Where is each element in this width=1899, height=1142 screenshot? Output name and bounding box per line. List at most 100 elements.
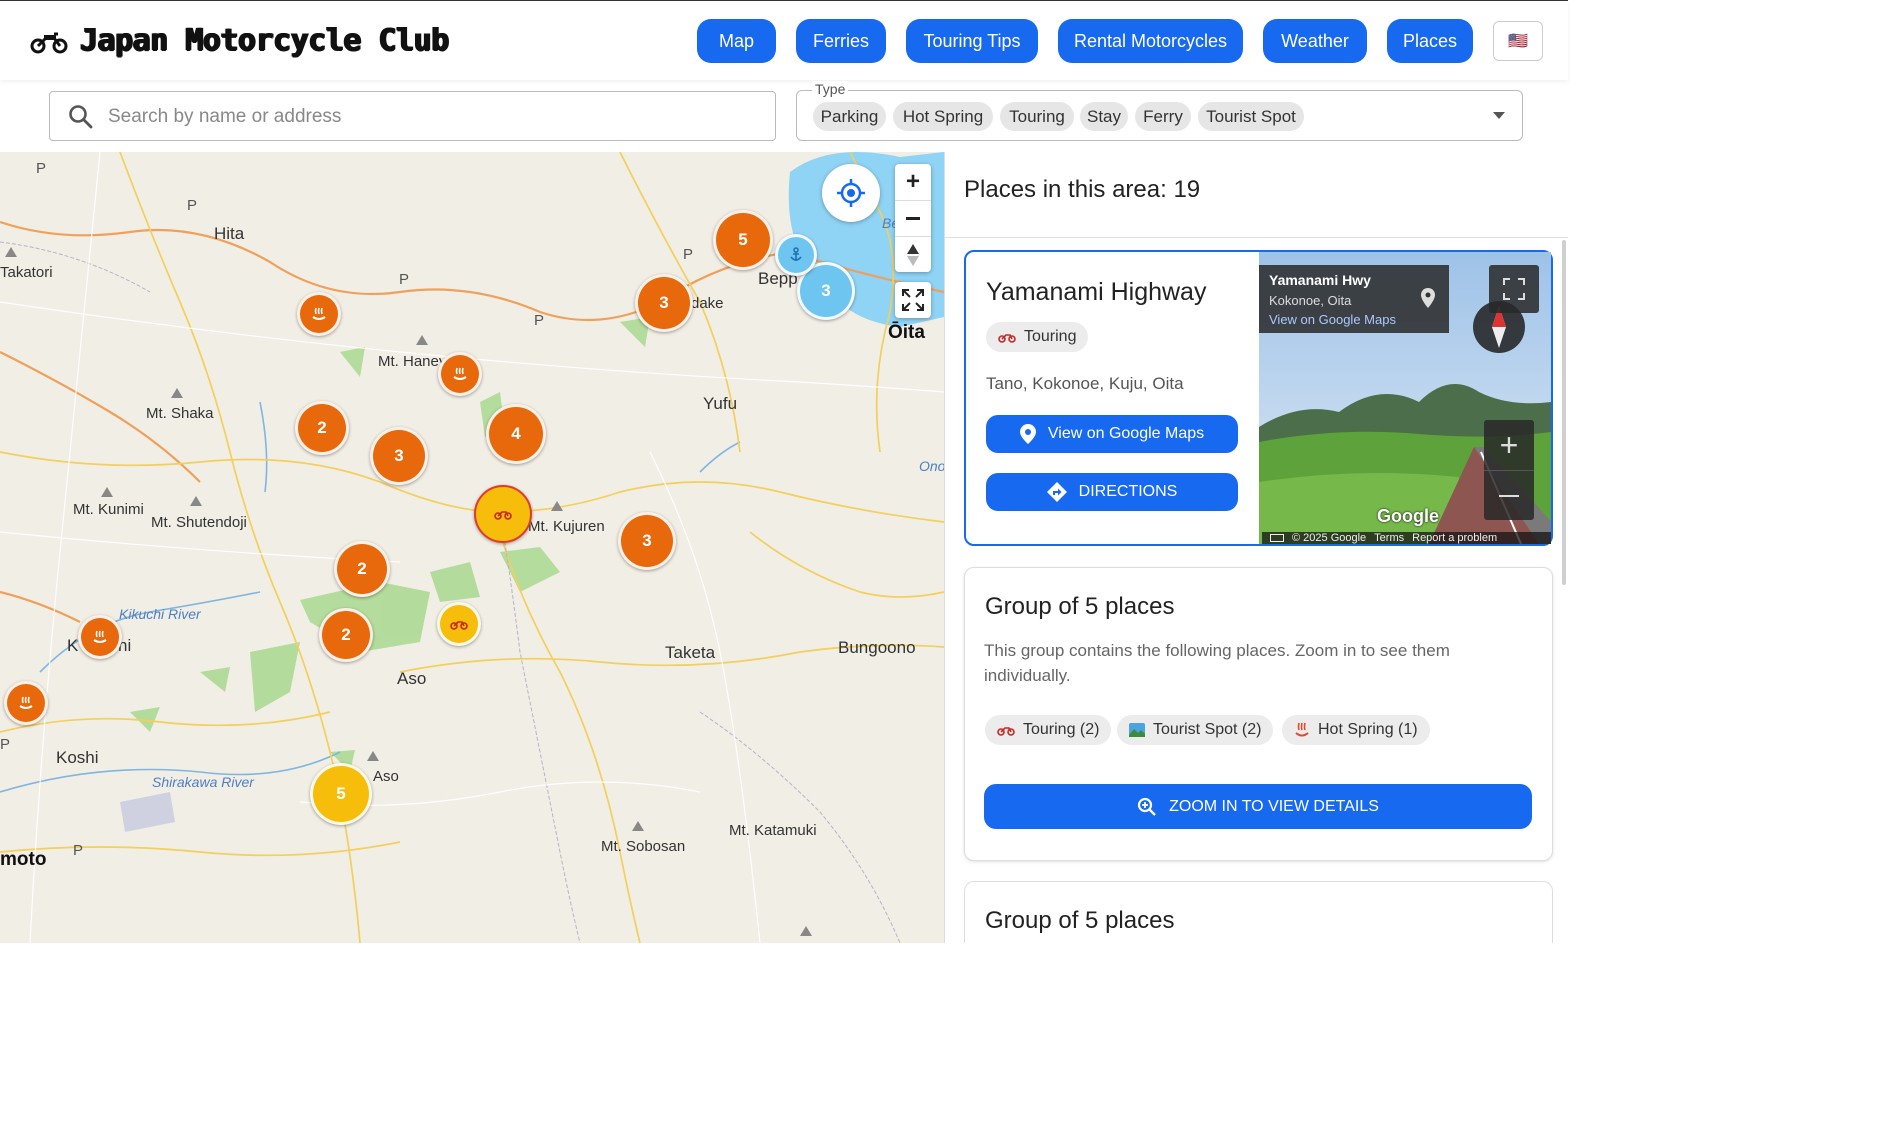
- zoom-in-label: ZOOM IN TO VIEW DETAILS: [1169, 797, 1379, 815]
- map-label-hita: Hita: [214, 224, 245, 243]
- map-label-mt-haney: Mt. Haney: [378, 353, 447, 370]
- fullscreen-icon: [902, 289, 924, 311]
- divider: [944, 237, 1568, 238]
- map-label-koshi: Koshi: [56, 748, 99, 767]
- hot-spring-icon: [453, 367, 467, 380]
- cluster-marker[interactable]: 4: [486, 404, 546, 464]
- group-description: This group contains the following places…: [984, 641, 1450, 685]
- fullscreen-icon: [1503, 278, 1525, 300]
- map-label-yufu: Yufu: [703, 394, 738, 413]
- nav-ferries-button[interactable]: Ferries: [796, 19, 886, 63]
- group-pill-label: Hot Spring (1): [1318, 721, 1418, 738]
- motorcycle-logo-icon: [30, 32, 68, 53]
- map-label-takatori: Takatori: [0, 264, 53, 281]
- map-label-mt-kujuren: Mt. Kujuren: [528, 518, 605, 535]
- nav-map-button[interactable]: Map: [697, 19, 776, 63]
- parking-label: P: [73, 842, 84, 859]
- parking-label: P: [399, 271, 410, 288]
- chevron-down-icon[interactable]: [1493, 112, 1505, 119]
- hot-spring-marker[interactable]: [78, 615, 122, 659]
- brand[interactable]: Japan Motorcycle Club: [30, 23, 449, 58]
- hot-spring-marker[interactable]: [438, 352, 482, 396]
- nav-places-button[interactable]: Places: [1387, 19, 1473, 63]
- map-area[interactable]: P P P P P P P Hita Takatori Mt. Haney Mt…: [0, 152, 944, 943]
- chip-touring[interactable]: Touring: [1000, 102, 1074, 131]
- zoom-in-to-view-details-button[interactable]: ZOOM IN TO VIEW DETAILS: [984, 784, 1532, 829]
- directions-icon: [1046, 482, 1067, 502]
- keyboard-icon[interactable]: [1270, 534, 1284, 542]
- cluster-marker[interactable]: 3: [618, 512, 676, 570]
- map-label-mt-kunimi: Mt. Kunimi: [73, 501, 144, 518]
- motorcycle-icon: [997, 727, 1015, 736]
- zoom-out-button[interactable]: [895, 200, 931, 236]
- nav-touring-tips-button[interactable]: Touring Tips: [906, 19, 1038, 63]
- hot-spring-marker[interactable]: [4, 681, 48, 725]
- mountain-icon: [800, 926, 812, 936]
- cluster-marker[interactable]: 3: [635, 274, 693, 332]
- language-flag-button[interactable]: 🇺🇸: [1493, 21, 1543, 61]
- search-input[interactable]: [106, 102, 746, 132]
- type-filter-label: Type: [812, 81, 849, 97]
- zoom-controls: +: [895, 164, 931, 272]
- map-label-kikuchi-a: K: [67, 636, 79, 655]
- cluster-marker[interactable]: 2: [334, 541, 390, 597]
- map-label-aso-peak: Aso: [373, 768, 399, 785]
- chip-parking[interactable]: Parking: [813, 102, 886, 131]
- cluster-marker[interactable]: 5: [310, 763, 372, 825]
- group-pill-hot-spring: Hot Spring (1): [1282, 715, 1430, 745]
- directions-button[interactable]: DIRECTIONS: [986, 473, 1238, 511]
- group-title: Group of 5 places: [985, 907, 1175, 934]
- street-view-report-link[interactable]: Report a problem: [1412, 532, 1497, 544]
- north-arrow-icon: [907, 243, 919, 266]
- mountain-icon: [190, 496, 202, 506]
- street-view-zoom-out-button[interactable]: [1484, 470, 1534, 520]
- cluster-marker[interactable]: 5: [713, 210, 773, 270]
- hot-spring-marker[interactable]: [297, 292, 341, 336]
- fullscreen-button[interactable]: [895, 282, 931, 318]
- street-view-locality: Kokonoe, Oita: [1269, 293, 1352, 308]
- map-label-mt-sobosan: Mt. Sobosan: [601, 838, 686, 855]
- view-on-google-maps-label: View on Google Maps: [1047, 425, 1205, 442]
- nav-rental-motorcycles-button[interactable]: Rental Motorcycles: [1058, 19, 1243, 63]
- parking-label: P: [534, 312, 545, 329]
- landscape-icon: [1129, 723, 1145, 737]
- touring-marker[interactable]: [437, 602, 481, 646]
- street-view-fullscreen-button[interactable]: [1489, 265, 1539, 313]
- map-label-aso: Aso: [397, 669, 427, 688]
- chip-stay[interactable]: Stay: [1080, 102, 1128, 131]
- place-type-badge: Touring: [986, 322, 1089, 352]
- street-view-footer: © 2025 Google Terms Report a problem: [1262, 532, 1551, 544]
- street-view-zoom-in-button[interactable]: +: [1484, 420, 1534, 470]
- view-on-google-maps-button[interactable]: View on Google Maps: [986, 415, 1238, 453]
- anchor-icon: [790, 247, 802, 261]
- search-box[interactable]: [49, 91, 776, 141]
- cluster-marker[interactable]: 3: [370, 427, 428, 485]
- my-location-button[interactable]: [822, 164, 880, 222]
- mountain-icon: [5, 247, 17, 257]
- zoom-in-button[interactable]: +: [895, 164, 931, 200]
- map-pin-icon[interactable]: [1421, 288, 1435, 308]
- street-view-copyright: © 2025 Google: [1292, 532, 1367, 544]
- cluster-marker[interactable]: 2: [295, 401, 349, 455]
- nav-weather-button[interactable]: Weather: [1263, 19, 1367, 63]
- mountain-icon: [171, 388, 183, 398]
- map-label-shirakawa-river: Shirakawa River: [152, 774, 254, 790]
- chip-ferry[interactable]: Ferry: [1135, 102, 1191, 131]
- cluster-marker[interactable]: 2: [319, 608, 373, 662]
- selected-touring-marker[interactable]: [474, 485, 532, 543]
- chip-hot-spring[interactable]: Hot Spring: [893, 102, 993, 131]
- street-view-name: Yamanami Hwy: [1269, 272, 1371, 288]
- chip-tourist-spot[interactable]: Tourist Spot: [1198, 102, 1304, 131]
- map-label-taketa: Taketa: [665, 643, 716, 662]
- panel-scrollbar[interactable]: [1562, 240, 1566, 585]
- map-pin-icon: [1019, 424, 1036, 444]
- zoom-in-icon: [1137, 797, 1156, 816]
- place-address: Tano, Kokonoe, Kuju, Oita: [986, 374, 1184, 393]
- map-label-ono: Ono: [919, 458, 944, 474]
- map-label-mt-shaka: Mt. Shaka: [146, 405, 214, 422]
- street-view-google-maps-link[interactable]: View on Google Maps: [1269, 312, 1396, 327]
- ferry-marker[interactable]: [775, 234, 817, 276]
- street-view-terms-link[interactable]: Terms: [1374, 532, 1404, 544]
- compass-reset-button[interactable]: [895, 236, 931, 272]
- group-title: Group of 5 places: [985, 593, 1175, 620]
